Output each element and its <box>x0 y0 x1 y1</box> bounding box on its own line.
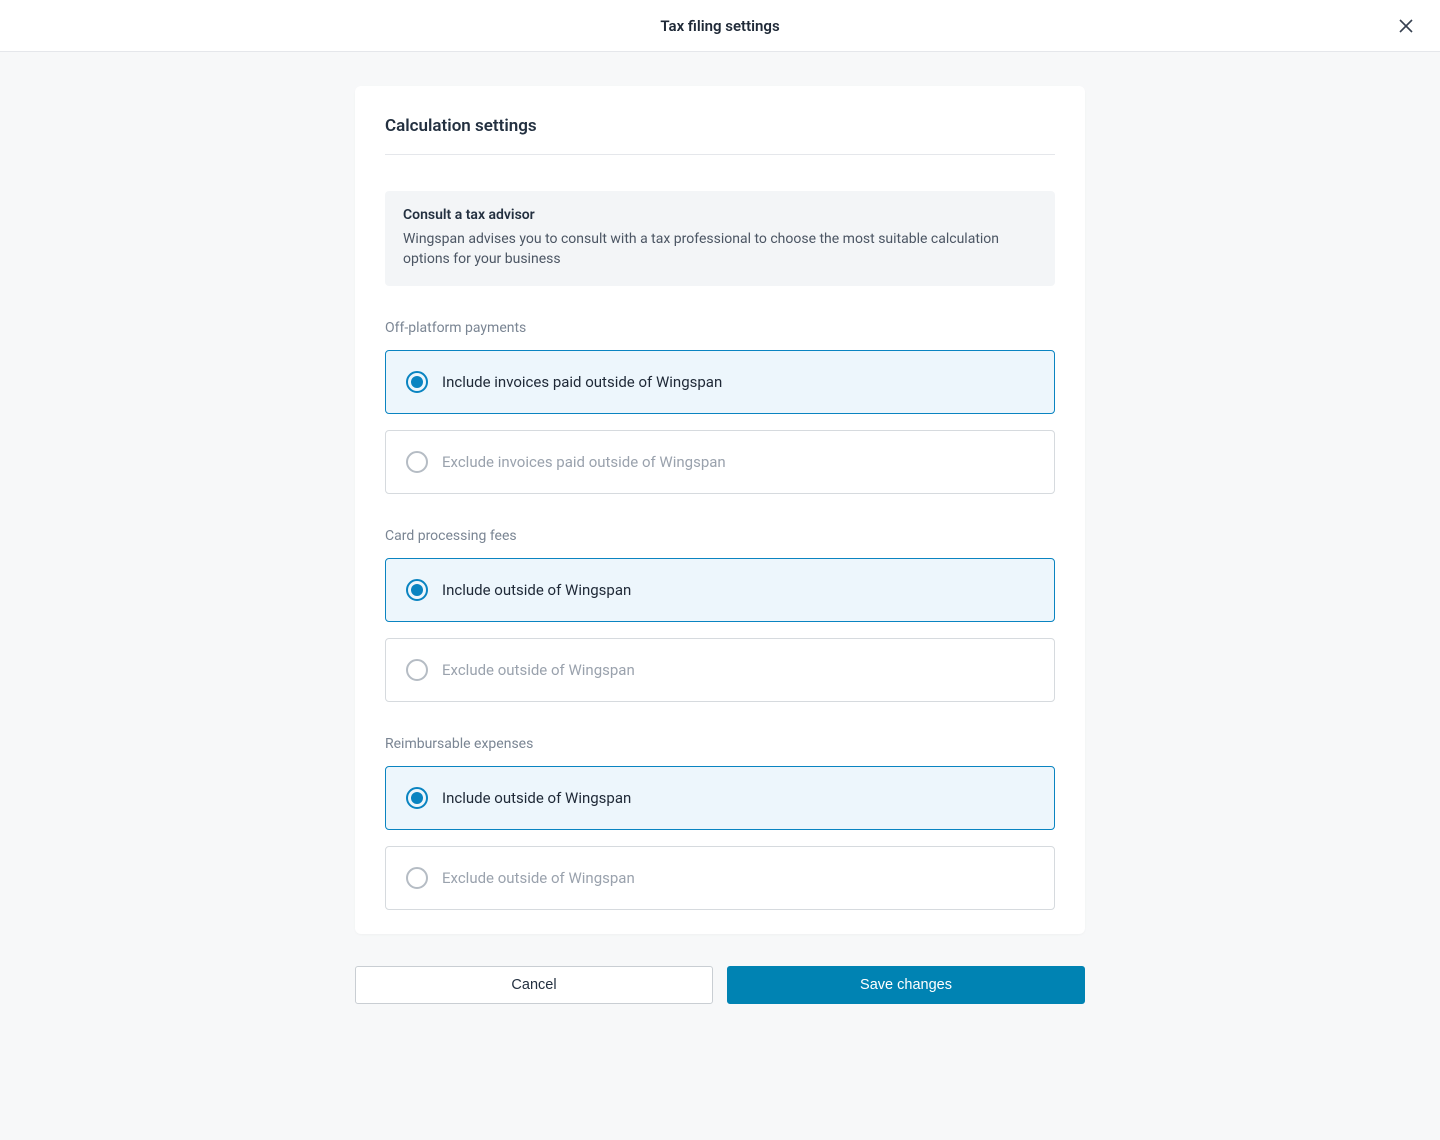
group-label-off-platform: Off-platform payments <box>385 320 1055 336</box>
alert-text: Wingspan advises you to consult with a t… <box>403 229 1037 270</box>
radio-icon <box>406 579 428 601</box>
button-row: Cancel Save changes <box>355 966 1085 1004</box>
radio-icon <box>406 451 428 473</box>
radio-reimbursable-include[interactable]: Include outside of Wingspan <box>385 766 1055 830</box>
radio-label: Exclude outside of Wingspan <box>442 869 635 887</box>
advisor-alert: Consult a tax advisor Wingspan advises y… <box>385 191 1055 286</box>
radio-label: Include outside of Wingspan <box>442 581 631 599</box>
radio-label: Exclude outside of Wingspan <box>442 661 635 679</box>
close-icon <box>1399 19 1413 33</box>
radio-reimbursable-exclude[interactable]: Exclude outside of Wingspan <box>385 846 1055 910</box>
radio-card-fees-exclude[interactable]: Exclude outside of Wingspan <box>385 638 1055 702</box>
radio-label: Include outside of Wingspan <box>442 789 631 807</box>
radio-card-fees-include[interactable]: Include outside of Wingspan <box>385 558 1055 622</box>
radio-off-platform-include[interactable]: Include invoices paid outside of Wingspa… <box>385 350 1055 414</box>
radio-label: Include invoices paid outside of Wingspa… <box>442 373 722 391</box>
content-container: Calculation settings Consult a tax advis… <box>355 86 1085 1004</box>
radio-icon <box>406 371 428 393</box>
radio-icon <box>406 787 428 809</box>
close-button[interactable] <box>1394 14 1418 38</box>
group-label-reimbursable: Reimbursable expenses <box>385 736 1055 752</box>
group-label-card-fees: Card processing fees <box>385 528 1055 544</box>
radio-off-platform-exclude[interactable]: Exclude invoices paid outside of Wingspa… <box>385 430 1055 494</box>
cancel-button[interactable]: Cancel <box>355 966 713 1004</box>
settings-card: Calculation settings Consult a tax advis… <box>355 86 1085 934</box>
radio-icon <box>406 867 428 889</box>
radio-icon <box>406 659 428 681</box>
alert-title: Consult a tax advisor <box>403 207 1037 223</box>
modal-header: Tax filing settings <box>0 0 1440 52</box>
modal-title: Tax filing settings <box>660 17 779 35</box>
save-button[interactable]: Save changes <box>727 966 1085 1004</box>
section-title: Calculation settings <box>385 116 1055 155</box>
radio-label: Exclude invoices paid outside of Wingspa… <box>442 453 726 471</box>
